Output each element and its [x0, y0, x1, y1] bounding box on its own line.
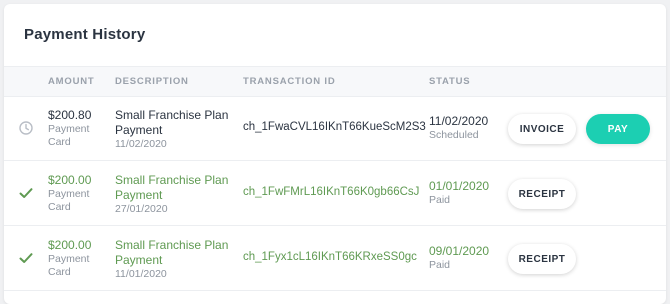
- payment-method-label: Payment: [48, 123, 90, 135]
- description-text: Small Franchise Plan: [115, 238, 229, 252]
- check-icon: [18, 250, 34, 266]
- payment-method-label: Card: [48, 201, 71, 213]
- invoice-button[interactable]: INVOICE: [508, 114, 576, 144]
- status-date: 09/01/2020: [429, 244, 490, 258]
- amount-value: $200.00: [48, 173, 92, 187]
- description-date: 27/01/2020: [115, 203, 168, 215]
- status-date: 01/01/2020: [429, 179, 490, 193]
- status-date: 11/02/2020: [429, 114, 489, 128]
- pay-button[interactable]: PAY: [586, 114, 650, 144]
- description-text: Small Franchise Plan: [115, 108, 229, 122]
- description-text: Small Franchise Plan: [115, 173, 229, 187]
- description-text: Payment: [115, 253, 163, 267]
- payment-history-card: Payment History AMOUNT DESCRIPTION TRANS…: [4, 4, 666, 304]
- description-text: Payment: [115, 188, 163, 202]
- table-row: $200.80 Payment Card Small Franchise Pla…: [4, 96, 666, 161]
- card-title: Payment History: [24, 26, 146, 43]
- status-label: Paid: [429, 194, 451, 206]
- status-label: Scheduled: [429, 129, 479, 141]
- status-label: Paid: [429, 259, 451, 271]
- column-header-amount: AMOUNT: [48, 76, 95, 87]
- amount-value: $200.00: [48, 238, 92, 252]
- table-row: $200.00 Payment Card Small Franchise Pla…: [4, 161, 666, 226]
- column-header-status: STATUS: [429, 76, 471, 87]
- column-header-description: DESCRIPTION: [115, 76, 189, 87]
- description-date: 11/01/2020: [115, 268, 167, 280]
- table-header: AMOUNT DESCRIPTION TRANSACTION ID STATUS: [4, 66, 666, 97]
- transaction-id: ch_1Fyx1cL16IKnT66KRxeSS0gc: [243, 251, 417, 263]
- amount-value: $200.80: [48, 108, 92, 122]
- receipt-button[interactable]: RECEIPT: [508, 179, 576, 209]
- payment-method-label: Card: [48, 266, 71, 278]
- payment-method-label: Payment: [48, 188, 90, 200]
- receipt-button[interactable]: RECEIPT: [508, 244, 576, 274]
- column-header-transaction-id: TRANSACTION ID: [243, 76, 336, 87]
- table-row: $200.00 Payment Card Small Franchise Pla…: [4, 226, 666, 291]
- description-date: 11/02/2020: [115, 138, 167, 150]
- transaction-id: ch_1FwFMrL16IKnT66K0gb66CsJ: [243, 186, 420, 198]
- transaction-id: ch_1FwaCVL16IKnT66KueScM2S3: [243, 121, 426, 133]
- check-icon: [18, 185, 34, 201]
- description-text: Payment: [115, 123, 163, 137]
- payment-method-label: Payment: [48, 253, 90, 265]
- clock-icon: [18, 120, 34, 136]
- payment-method-label: Card: [48, 136, 71, 148]
